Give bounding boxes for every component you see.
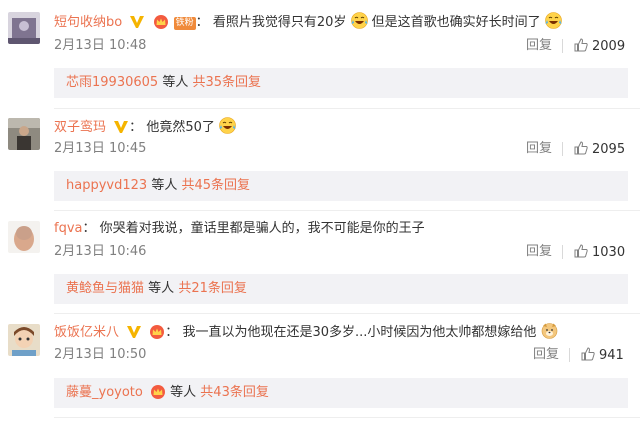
reply-mid-text: 等人 — [151, 178, 178, 193]
comment-line: 短句收纳bo 铁粉： 看照片我觉得只有20岁 但是这首歌也确实好长时间了 — [54, 12, 562, 32]
dog-emoji — [541, 322, 558, 339]
like-button[interactable]: 941 — [581, 347, 624, 364]
thumbs-up-icon — [574, 38, 588, 52]
like-count: 2095 — [592, 142, 626, 157]
comment-line: fqva： 你哭着对我说，童话里都是骗人的，我不可能是你的王子 — [54, 221, 425, 236]
laugh-cry-emoji — [219, 117, 236, 134]
username[interactable]: 双子鸾玛 — [54, 120, 106, 135]
timestamp: 2月13日 10:46 — [54, 244, 147, 259]
reply-username[interactable]: 芯雨19930605 — [66, 75, 158, 90]
divider — [562, 39, 563, 53]
reply-count-link[interactable]: 共45条回复 — [181, 178, 250, 193]
avatar[interactable] — [8, 118, 40, 150]
reply-summary[interactable]: 黄鲶鱼与猫猫 等人 共21条回复 — [54, 274, 628, 304]
comment-text: 看照片我觉得只有20岁 — [212, 15, 347, 30]
reply-count-link[interactable]: 共35条回复 — [192, 75, 261, 90]
comment-text: 他竟然50了 — [146, 120, 215, 135]
crown-icon[interactable] — [153, 15, 169, 29]
reply-summary[interactable]: 藤蔓_yoyoto 等人 共43条回复 — [54, 378, 628, 408]
separator — [54, 313, 640, 314]
avatar[interactable] — [8, 221, 40, 253]
comment-text: 我一直以为他现在还是30多岁...小时候因为他太帅都想嫁给他 — [182, 325, 537, 340]
vip-v-icon[interactable] — [129, 15, 145, 29]
reply-summary[interactable]: 芯雨19930605 等人 共35条回复 — [54, 68, 628, 98]
reply-count-link[interactable]: 共21条回复 — [178, 281, 247, 296]
like-count: 941 — [599, 348, 624, 363]
divider — [562, 142, 563, 156]
crown-icon[interactable] — [149, 325, 165, 339]
reply-mid-text: 等人 — [148, 281, 175, 296]
like-button[interactable]: 2009 — [574, 38, 625, 55]
divider — [562, 245, 563, 259]
crown-icon[interactable] — [150, 381, 166, 399]
comment-line: 饭饭亿米八 ： 我一直以为他现在还是30多岁...小时候因为他太帅都想嫁给他 — [54, 322, 558, 342]
thumbs-up-icon — [574, 244, 588, 258]
reply-count-link[interactable]: 共43条回复 — [200, 385, 269, 400]
separator — [54, 417, 640, 418]
timestamp: 2月13日 10:50 — [54, 347, 147, 362]
comment-text-cont: 但是这首歌也确实好长时间了 — [371, 15, 541, 30]
vip-v-icon[interactable] — [113, 120, 129, 134]
reply-username[interactable]: 藤蔓_yoyoto — [66, 385, 143, 400]
laugh-cry-emoji — [544, 12, 562, 29]
like-count: 1030 — [592, 245, 626, 260]
reply-mid-text: 等人 — [162, 75, 189, 90]
comment-text: 你哭着对我说，童话里都是骗人的，我不可能是你的王子 — [99, 221, 425, 236]
thumbs-up-icon — [581, 347, 595, 361]
username[interactable]: fqva — [54, 221, 83, 236]
separator — [54, 210, 640, 211]
vip-v-icon[interactable] — [126, 325, 142, 339]
like-count: 2009 — [592, 39, 626, 54]
like-button[interactable]: 1030 — [574, 244, 625, 261]
divider — [569, 348, 570, 362]
thumbs-up-icon — [574, 141, 588, 155]
username[interactable]: 短句收纳bo — [54, 15, 122, 30]
fan-badge: 铁粉 — [173, 17, 196, 30]
timestamp: 2月13日 10:48 — [54, 38, 147, 53]
avatar[interactable] — [8, 12, 40, 44]
reply-username[interactable]: happyvd123 — [66, 178, 147, 193]
avatar[interactable] — [8, 324, 40, 356]
reply-button[interactable]: 回复 — [533, 347, 559, 363]
reply-button[interactable]: 回复 — [526, 244, 552, 260]
reply-mid-text: 等人 — [170, 385, 197, 400]
timestamp: 2月13日 10:45 — [54, 141, 147, 156]
like-button[interactable]: 2095 — [574, 141, 625, 158]
separator — [54, 108, 640, 109]
reply-summary[interactable]: happyvd123 等人 共45条回复 — [54, 171, 628, 201]
reply-button[interactable]: 回复 — [526, 38, 552, 54]
reply-button[interactable]: 回复 — [526, 141, 552, 157]
reply-username[interactable]: 黄鲶鱼与猫猫 — [66, 281, 144, 296]
laugh-cry-emoji — [350, 12, 368, 29]
comment-line: 双子鸾玛 ： 他竟然50了 — [54, 117, 236, 137]
username[interactable]: 饭饭亿米八 — [54, 325, 119, 340]
